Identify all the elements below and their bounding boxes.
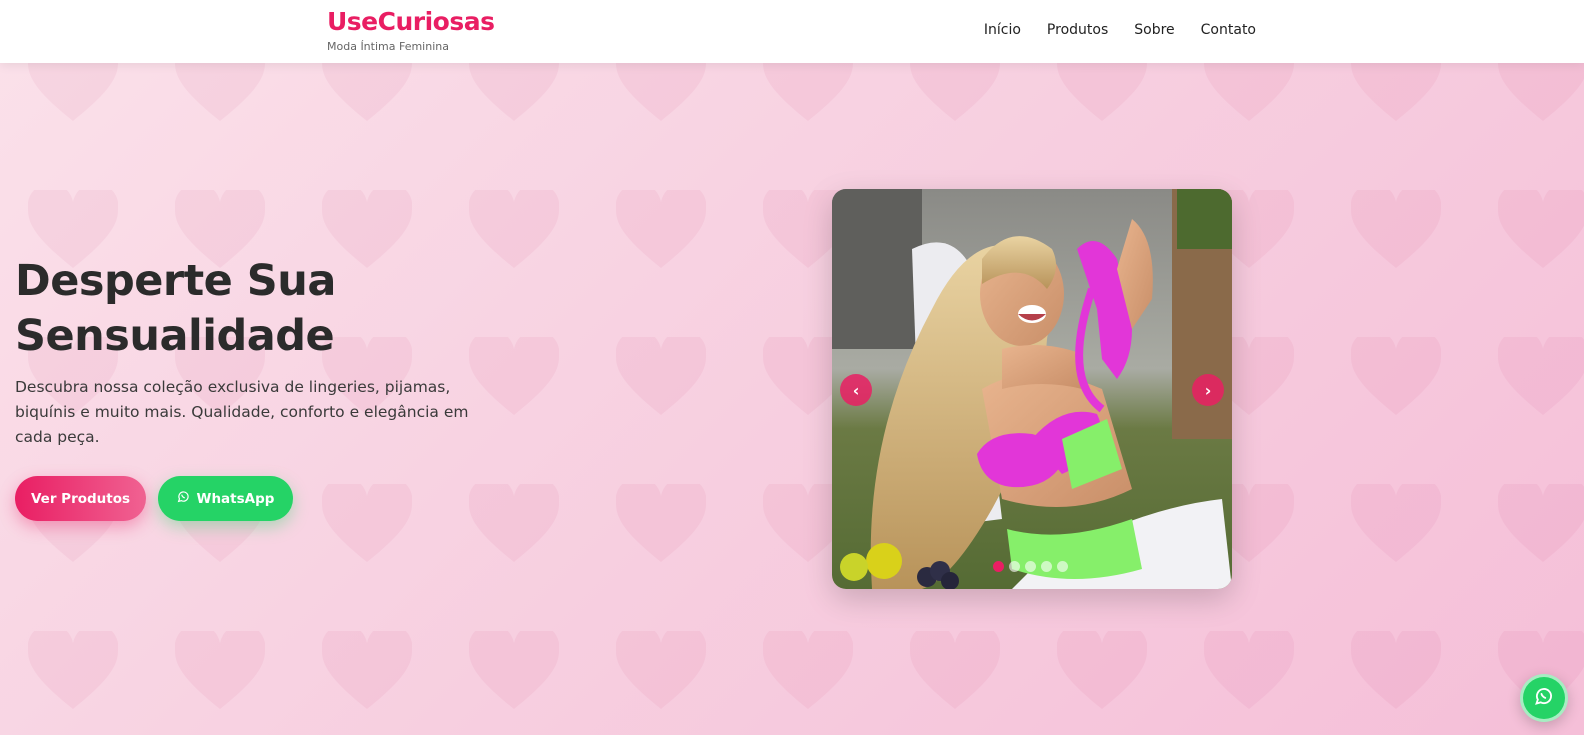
heart-decoration [615, 330, 707, 417]
heart-decoration [1497, 330, 1584, 417]
heart-decoration [1350, 624, 1442, 711]
heart-decoration [1497, 477, 1584, 564]
heart-decoration [28, 63, 118, 123]
main-nav: Início Produtos Sobre Contato [984, 22, 1256, 38]
heart-decoration [616, 63, 706, 123]
heart-decoration [468, 624, 560, 711]
hero-title-line-1: Desperte Sua [15, 256, 336, 306]
carousel-indicators [993, 561, 1068, 572]
heart-decoration [1351, 63, 1441, 123]
nav-item-inicio[interactable]: Início [984, 22, 1021, 38]
carousel-dot-5[interactable] [1057, 561, 1068, 572]
whatsapp-label: WhatsApp [196, 490, 275, 507]
heart-decoration [763, 63, 853, 123]
heart-decoration [1498, 63, 1584, 123]
product-carousel[interactable]: ‹ › [832, 189, 1232, 589]
heart-decoration [468, 477, 560, 564]
carousel-dot-4[interactable] [1041, 561, 1052, 572]
carousel-prev-button[interactable]: ‹ [840, 374, 872, 406]
brand-name[interactable]: UseCuriosas [327, 6, 495, 38]
heart-decoration [615, 183, 707, 270]
heart-decoration [615, 624, 707, 711]
chevron-right-icon: › [1204, 380, 1212, 400]
whatsapp-icon [1534, 686, 1554, 710]
heart-decoration [174, 624, 266, 711]
nav-item-sobre[interactable]: Sobre [1134, 22, 1174, 38]
heart-decoration [175, 63, 265, 123]
nav-item-contato[interactable]: Contato [1201, 22, 1256, 38]
heart-decoration [322, 63, 412, 123]
heart-decoration [1350, 477, 1442, 564]
heart-decoration [615, 477, 707, 564]
hero-title-line-2: Sensualidade [15, 311, 335, 361]
heart-decoration [469, 63, 559, 123]
brand-tagline: Moda Íntima Feminina [327, 40, 449, 53]
view-products-label: Ver Produtos [30, 490, 131, 507]
carousel-dot-3[interactable] [1025, 561, 1036, 572]
chevron-left-icon: ‹ [852, 380, 860, 400]
heart-decoration [1350, 183, 1442, 270]
heart-decoration [321, 477, 413, 564]
brand[interactable]: UseCuriosas Moda Íntima Feminina [327, 6, 495, 53]
heart-decoration [1350, 330, 1442, 417]
floating-whatsapp-button[interactable] [1520, 674, 1568, 722]
carousel-slide-image [832, 189, 1232, 589]
heart-decoration [468, 183, 560, 270]
heart-decoration [1056, 624, 1148, 711]
site-header: UseCuriosas Moda Íntima Feminina Início … [0, 0, 1584, 63]
hero-description: Descubra nossa coleção exclusiva de ling… [15, 378, 469, 446]
whatsapp-button[interactable]: WhatsApp [158, 476, 293, 521]
heart-decoration [27, 624, 119, 711]
carousel-next-button[interactable]: › [1192, 374, 1224, 406]
whatsapp-icon [177, 490, 190, 507]
nav-item-produtos[interactable]: Produtos [1047, 22, 1108, 38]
heart-decoration [1203, 624, 1295, 711]
heart-decoration [468, 330, 560, 417]
heart-decoration [1057, 63, 1147, 123]
heart-decoration [321, 624, 413, 711]
heart-decoration [762, 624, 854, 711]
view-products-button[interactable]: Ver Produtos [15, 476, 146, 521]
heart-decoration [1204, 63, 1294, 123]
heart-decoration [910, 63, 1000, 123]
heart-decoration [909, 624, 1001, 711]
carousel-dot-2[interactable] [1009, 561, 1020, 572]
carousel-dot-1[interactable] [993, 561, 1004, 572]
hero-title: Desperte Sua Sensualidade [15, 254, 475, 364]
heart-decoration [1497, 183, 1584, 270]
